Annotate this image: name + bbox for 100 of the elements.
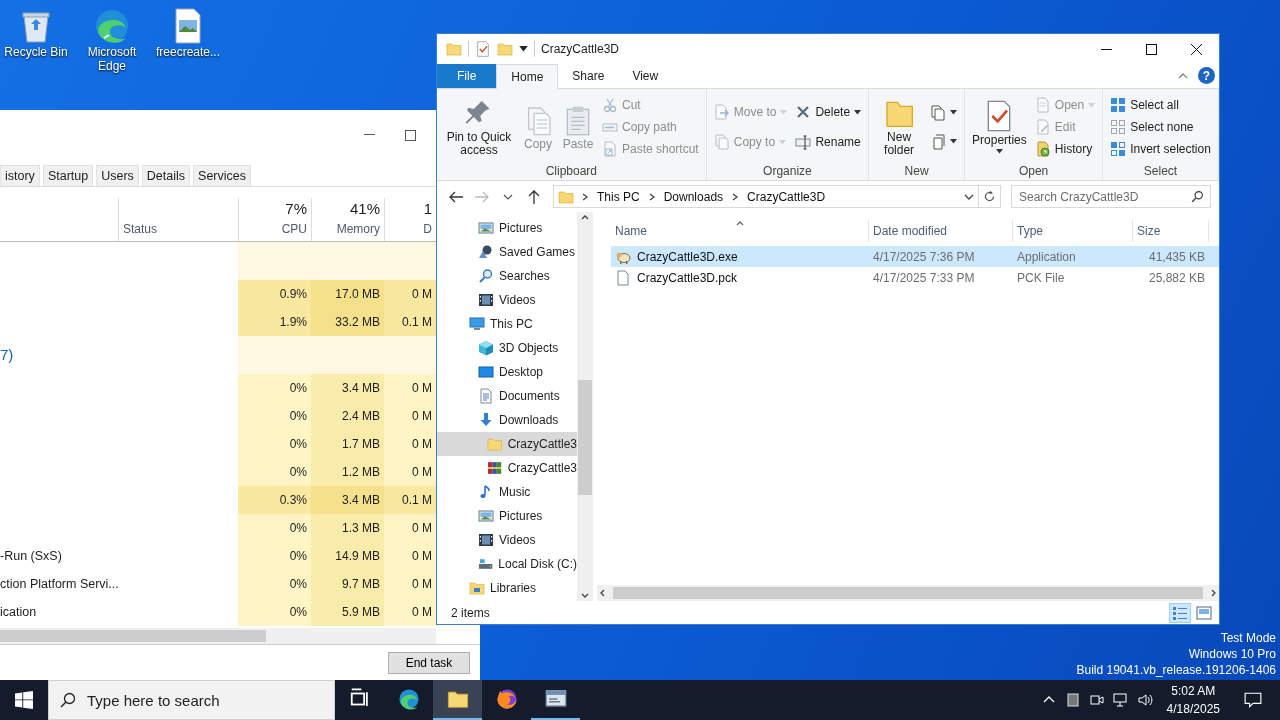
column-header[interactable]: Name [611,220,869,243]
breadcrumb-item[interactable]: CrazyCattle3D [746,187,827,206]
refresh-button[interactable] [979,185,1001,209]
system-info-text: Build 19041.vb_release.191206-1406 [1076,662,1276,678]
horizontal-scrollbar[interactable] [0,628,436,644]
table-cell: 0.1 M [384,308,436,336]
ribbon-tab[interactable]: Home [496,64,559,89]
nav-item[interactable]: Saved Games [437,240,577,265]
column-header[interactable]: Date modified [869,220,1013,243]
ribbon-button[interactable]: Rename [792,132,865,152]
tab[interactable]: Details [141,165,191,186]
table-cell: 17.0 MB [311,280,384,308]
nav-item[interactable]: Searches [437,264,577,289]
folder-icon [446,688,469,710]
column-label: CPU [281,221,307,238]
nav-item[interactable]: Local Disk (C:) [437,552,577,577]
document-icon [478,388,494,405]
column-header[interactable]: Size [1133,220,1209,243]
file-menu-button[interactable]: File [437,64,497,88]
ribbon-button[interactable]: Delete [792,102,865,123]
breadcrumb-item[interactable]: Downloads [662,187,725,206]
view-button[interactable] [1169,602,1191,623]
ribbon-button[interactable]: Select all [1107,95,1214,116]
file-name: CrazyCattle3D.pck [637,270,738,287]
horizontal-scrollbar[interactable] [597,585,1219,602]
nav-item[interactable]: Music [437,480,577,505]
checked-page-icon [475,41,491,57]
nav-item[interactable]: CrazyCattle3 [437,432,577,457]
table-cell: 0 M [384,374,436,402]
table-cell: 2.4 MB [311,402,384,430]
tab[interactable]: Services [193,165,251,186]
end-task-button[interactable]: End task [388,651,470,674]
file-row[interactable]: CrazyCattle3D.exe 4/17/2025 7:36 PM Application 41,435 KB [611,246,1219,268]
status-text: 2 items [451,604,490,622]
column-total: 41% [349,198,380,219]
nav-item[interactable]: Pictures [437,216,577,241]
column-header[interactable]: 7% CPU [238,198,311,241]
monitor-icon [469,316,485,333]
tab[interactable]: Startup [42,165,94,186]
library-folder-icon [469,580,485,597]
nav-item[interactable]: CrazyCattle3 [437,456,577,481]
taskbar-button[interactable] [433,680,482,720]
column-header[interactable]: Status [118,198,238,241]
table-cell [384,336,436,374]
column-header[interactable]: 41% Memory [311,198,384,241]
nav-item[interactable]: Documents [437,384,577,409]
ribbon-tab[interactable]: View [618,64,673,88]
search-field[interactable]: Search CrazyCattle3D [1011,185,1211,209]
ribbon-group-label: Select [1142,162,1179,180]
desktop-shortcut[interactable]: freecreate... [152,6,224,74]
desktop-shortcut[interactable]: Recycle Bin [0,6,72,74]
nav-item[interactable]: Libraries [437,576,577,601]
cube-icon [478,340,494,357]
caret-icon [519,46,528,52]
table-cell: 3.4 MB [311,486,384,514]
nav-item[interactable]: Videos [437,288,577,313]
film-icon [478,532,494,549]
table-cell: 0 M [384,598,436,626]
vertical-scrollbar[interactable] [577,212,593,602]
windows-logo-icon [15,691,33,709]
app-window-icon [544,688,567,710]
tab[interactable]: Users [96,165,139,186]
ribbon-button[interactable]: History [1031,139,1099,160]
chevron-icon [580,191,590,202]
caret-icon [854,109,862,115]
column-label: Memory [336,221,380,238]
rename-icon [795,134,812,150]
ribbon-button[interactable]: New folder [873,95,926,160]
help-button[interactable]: ? [1198,67,1215,85]
ribbon-button[interactable]: Properties [969,98,1030,157]
table-cell: 0.1 M [384,486,436,514]
breadcrumb-item[interactable]: This PC [596,187,641,206]
nav-item[interactable]: Pictures [437,504,577,529]
refresh-icon [983,190,997,204]
ribbon-button[interactable]: Pin to Quick access [441,95,517,160]
process-name: -Run (SxS) [0,547,62,565]
nav-item[interactable]: Desktop [437,360,577,385]
page-icon [930,133,947,150]
column-header[interactable]: Type [1013,220,1133,243]
folder-icon [487,436,503,453]
tab[interactable]: istory [0,165,40,186]
close-icon [1191,43,1202,55]
table-cell: 0 M [384,542,436,570]
ribbon-button[interactable]: Invert selection [1107,139,1214,160]
folder-icon [446,41,462,57]
file-row[interactable]: CrazyCattle3D.pck 4/17/2025 7:33 PM PCK File 25,882 KB [611,267,1219,289]
ribbon-tab[interactable]: Share [558,64,619,88]
nav-item[interactable]: Downloads [437,408,577,433]
file-date: 4/17/2025 7:33 PM [872,270,976,287]
taskbar-search-field[interactable]: Type here to search [48,680,335,720]
ribbon-button[interactable]: Select none [1107,117,1214,138]
caret-icon [780,109,788,115]
nav-item[interactable]: This PC [437,312,577,337]
desktop-shortcut[interactable]: Microsoft Edge [76,6,148,74]
nav-item[interactable]: Videos [437,528,577,553]
address-bar[interactable]: This PC Downloads CrazyCattle3D [553,185,980,209]
nav-item[interactable]: 3D Objects [437,336,577,361]
column-label: D [423,221,432,238]
clock[interactable]: 5:02 AM 4/18/2025 [1160,682,1226,718]
file-size: 41,435 KB [1147,249,1206,266]
